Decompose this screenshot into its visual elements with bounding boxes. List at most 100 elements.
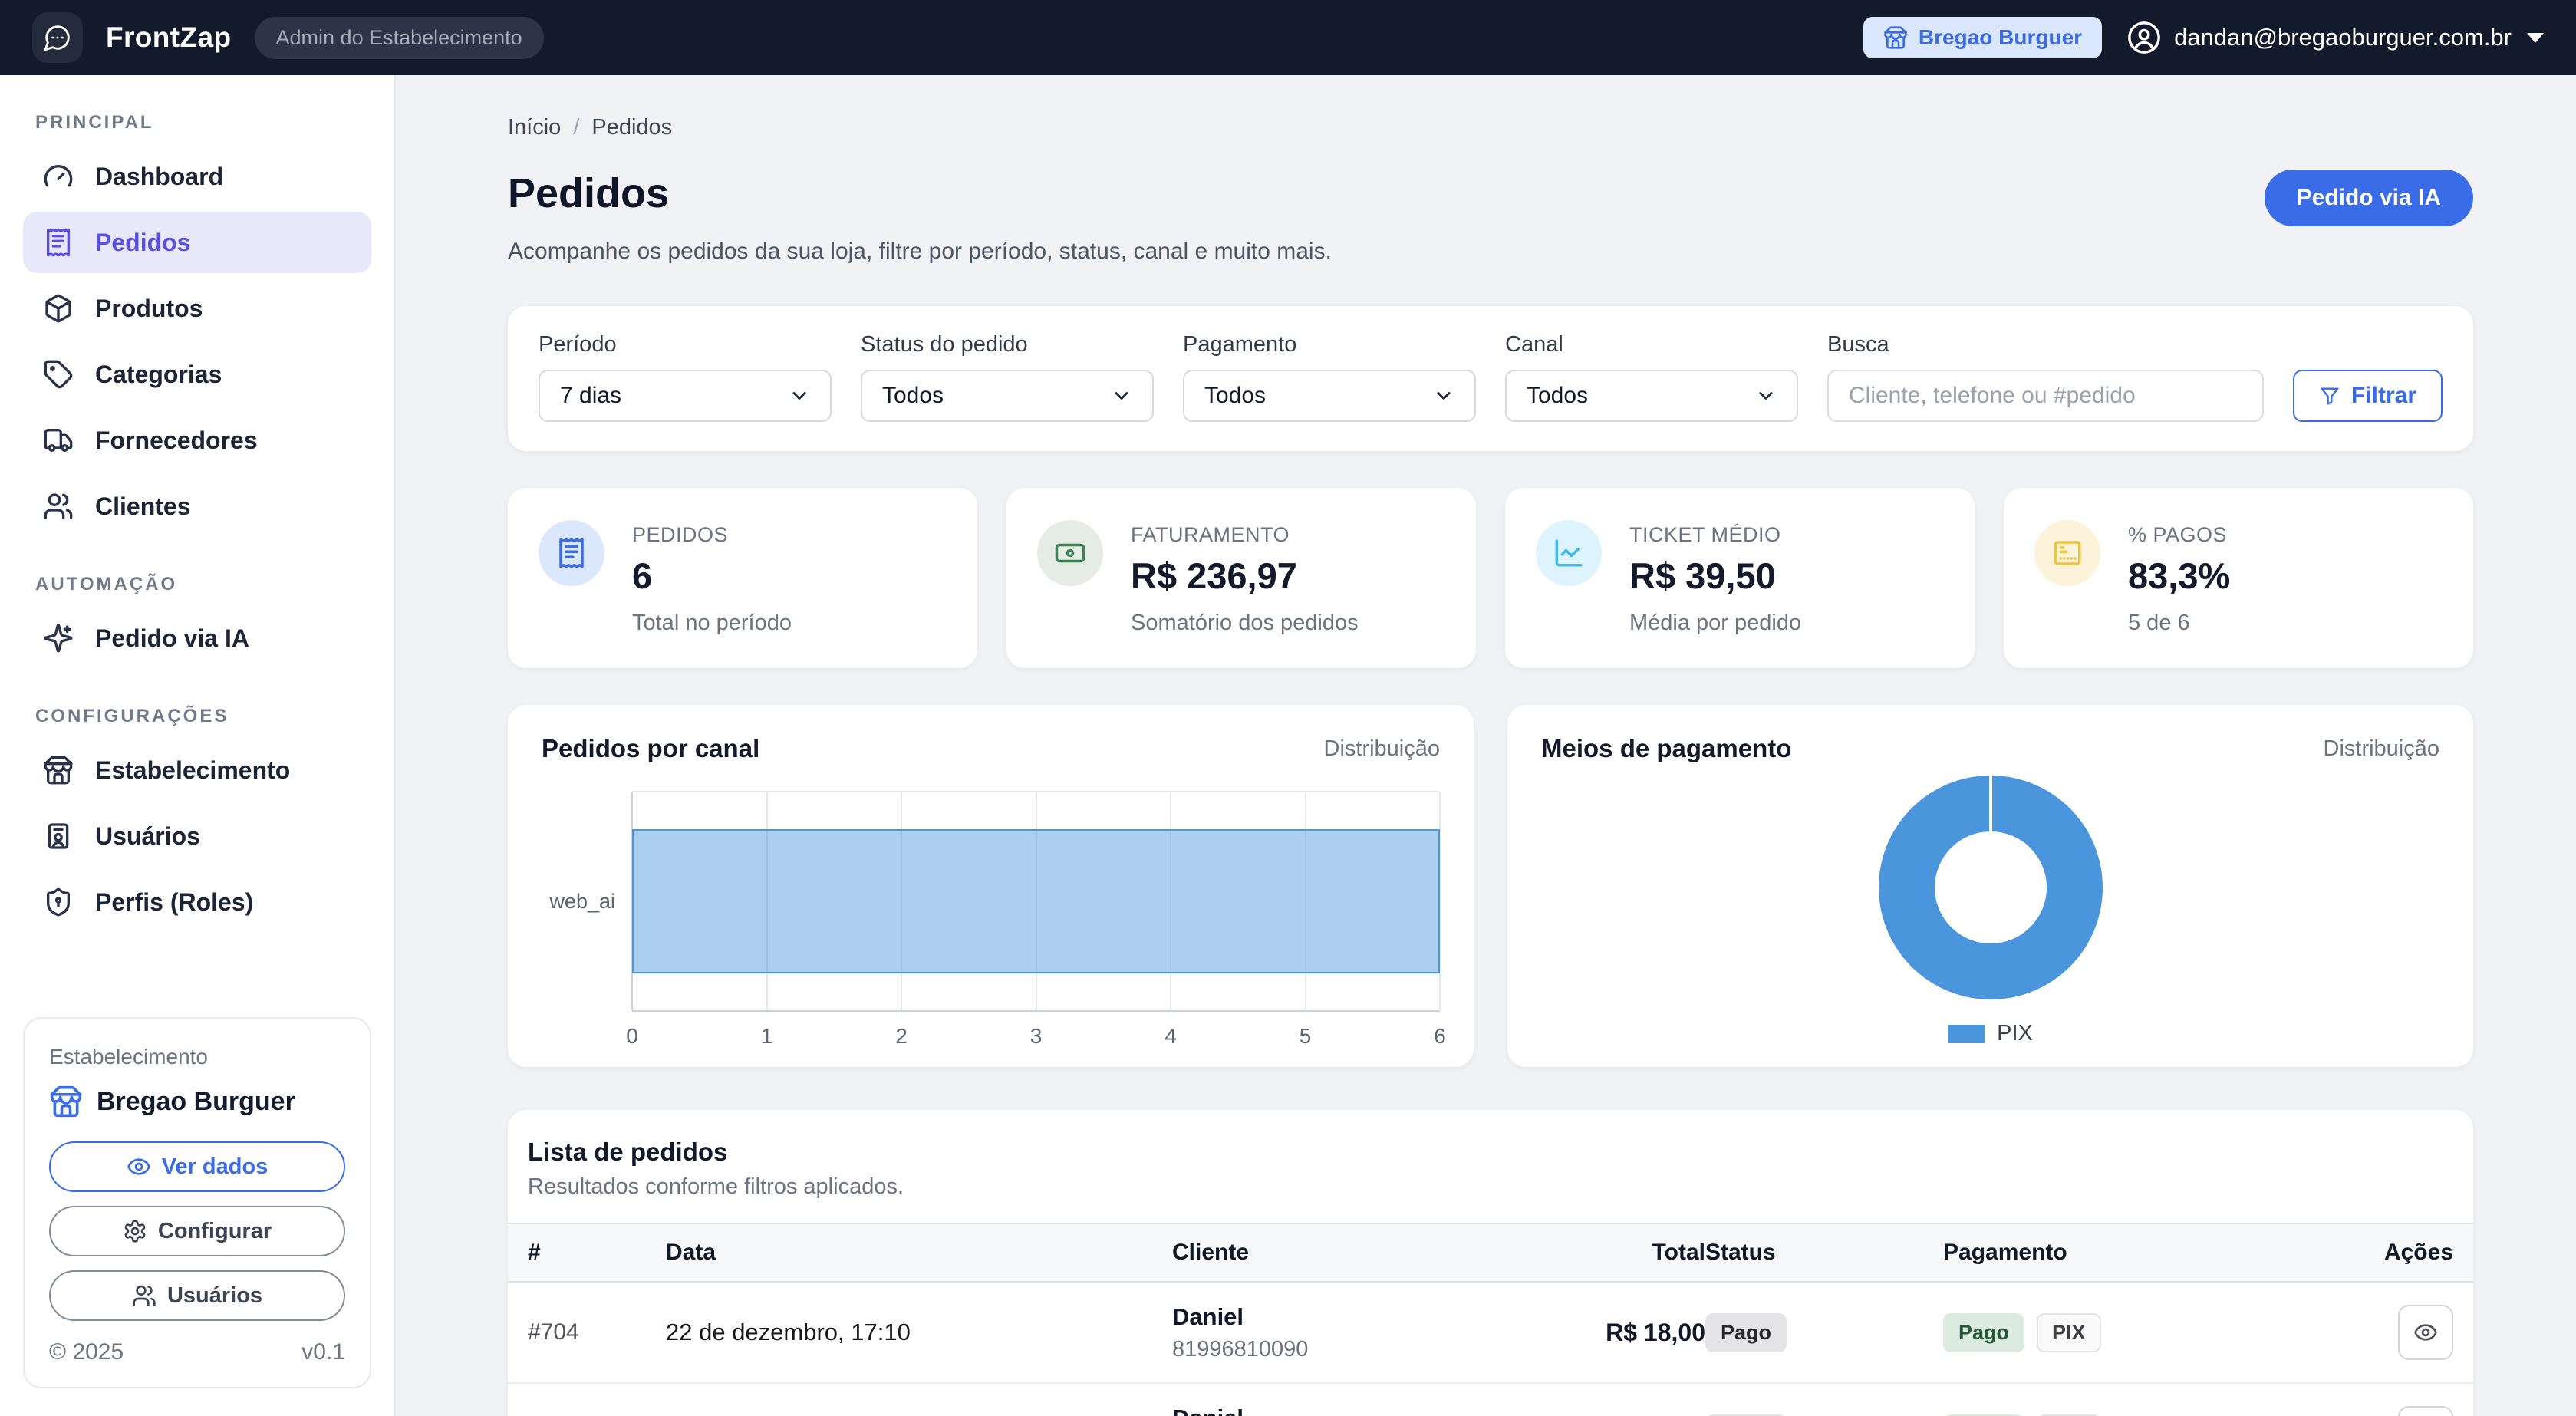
col-id: # (528, 1240, 666, 1266)
sidebar-item-dashboard[interactable]: Dashboard (23, 146, 371, 207)
donut-slice-gap (1989, 776, 1992, 832)
card-icon (2034, 520, 2100, 586)
sparkles-icon (43, 623, 74, 654)
sidebar-section-principal: PRINCIPAL (35, 112, 371, 133)
breadcrumb-inicio[interactable]: Início (508, 115, 561, 140)
filter-bar: Período 7 dias Status do pedido Todos Pa… (508, 306, 2473, 451)
chevron-down-icon (1111, 385, 1132, 407)
table-row: #704 22 de dezembro, 17:10 Daniel 819968… (508, 1283, 2473, 1384)
view-order-button[interactable] (2398, 1305, 2453, 1360)
gear-icon (123, 1219, 147, 1243)
sidebar-item-label: Produtos (95, 295, 203, 323)
periodo-value: 7 dias (560, 383, 621, 409)
store-icon (43, 755, 74, 785)
sidebar-item-label: Estabelecimento (95, 756, 290, 785)
order-date: 22 de dezembro, 17:10 (666, 1319, 1172, 1346)
sidebar-item-produtos[interactable]: Produtos (23, 278, 371, 339)
legend-swatch (1948, 1025, 1985, 1043)
stat-label: FATURAMENTO (1131, 523, 1359, 547)
sidebar-item-usuarios[interactable]: Usuários (23, 805, 371, 867)
sidebar-item-fornecedores[interactable]: Fornecedores (23, 410, 371, 471)
customer-phone: 81996810090 (1172, 1337, 1556, 1362)
donut-chart (1879, 776, 2103, 999)
id-card-icon (43, 821, 74, 851)
canal-select[interactable]: Todos (1505, 370, 1798, 422)
stat-card-pedidos: PEDIDOS 6 Total no período (508, 488, 977, 668)
chevron-down-icon (1433, 385, 1454, 407)
breadcrumb-separator: / (573, 115, 579, 140)
user-email: dandan@bregaoburguer.com.br (2174, 24, 2512, 51)
ver-dados-button[interactable]: Ver dados (49, 1141, 345, 1192)
status-badge: Pago (1705, 1313, 1787, 1352)
bar-category-label: web_ai (542, 791, 632, 1012)
stat-label: PEDIDOS (632, 523, 792, 547)
sidebar-item-clientes[interactable]: Clientes (23, 476, 371, 537)
stat-value: 6 (632, 555, 792, 597)
status-select[interactable]: Todos (861, 370, 1154, 422)
sidebar-section-configuracoes: CONFIGURAÇÕES (35, 706, 371, 727)
funnel-icon (2319, 385, 2340, 407)
breadcrumb-pedidos[interactable]: Pedidos (591, 115, 672, 140)
store-icon (1883, 25, 1908, 50)
x-tick-label: 4 (1164, 1024, 1177, 1049)
pagamento-label: Pagamento (1183, 332, 1476, 357)
status-value: Todos (882, 383, 944, 409)
charts-row: Pedidos por canal Distribuição web_ai 01… (508, 705, 2473, 1067)
table-header-row: # Data Cliente Total Status Pagamento Aç… (508, 1223, 2473, 1283)
view-order-button[interactable] (2398, 1406, 2453, 1416)
stat-card-ticket-medio: TICKET MÉDIO R$ 39,50 Média por pedido (1505, 488, 1975, 668)
x-tick-label: 6 (1434, 1024, 1446, 1049)
banknote-icon (1037, 520, 1103, 586)
page-title: Pedidos (508, 170, 669, 217)
pagamento-select[interactable]: Todos (1183, 370, 1476, 422)
sidebar-item-label: Dashboard (95, 163, 223, 191)
app-logo (32, 12, 83, 63)
sidebar-item-perfis[interactable]: Perfis (Roles) (23, 871, 371, 933)
col-pagamento: Pagamento (1943, 1240, 2373, 1266)
chart-title: Meios de pagamento (1541, 734, 1791, 763)
stat-value: R$ 236,97 (1131, 555, 1359, 597)
periodo-select[interactable]: 7 dias (539, 370, 832, 422)
pedido-via-ia-button[interactable]: Pedido via IA (2265, 170, 2473, 226)
chevron-down-icon (2527, 33, 2544, 43)
stat-value: 83,3% (2128, 555, 2230, 597)
shield-icon (43, 887, 74, 917)
receipt-icon (539, 520, 604, 586)
sidebar-item-pedidos[interactable]: Pedidos (23, 212, 371, 273)
gauge-icon (43, 161, 74, 192)
package-icon (43, 293, 74, 324)
stat-caption: 5 de 6 (2128, 611, 2230, 636)
establishment-card: Estabelecimento Bregao Burguer Ver dados… (23, 1017, 371, 1388)
payment-status-badge: Pago (1943, 1313, 2024, 1352)
legend-label: PIX (1997, 1021, 2033, 1046)
chart-line-icon (1536, 520, 1602, 586)
search-input[interactable] (1827, 370, 2264, 422)
sidebar-item-pedido-via-ia[interactable]: Pedido via IA (23, 608, 371, 669)
sidebar-item-label: Pedido via IA (95, 624, 249, 653)
x-tick-label: 3 (1030, 1024, 1043, 1049)
x-tick-label: 2 (895, 1024, 908, 1049)
filtrar-button[interactable]: Filtrar (2293, 370, 2443, 422)
chevron-down-icon (1755, 385, 1777, 407)
customer-name: Daniel (1172, 1303, 1556, 1331)
x-tick-label: 5 (1300, 1024, 1312, 1049)
orders-by-channel-chart: Pedidos por canal Distribuição web_ai 01… (508, 705, 1474, 1067)
truck-icon (43, 425, 74, 456)
topbar: FrontZap Admin do Estabelecimento Bregao… (0, 0, 2576, 75)
establishment-name: Bregao Burguer (97, 1087, 295, 1117)
stats-row: PEDIDOS 6 Total no período FATURAMENTO R… (508, 488, 2473, 668)
stat-label: % PAGOS (2128, 523, 2230, 547)
store-badge[interactable]: Bregao Burguer (1863, 17, 2102, 58)
sidebar-item-label: Usuários (95, 822, 200, 851)
pagamento-value: Todos (1204, 383, 1266, 409)
stat-card-faturamento: FATURAMENTO R$ 236,97 Somatório dos pedi… (1006, 488, 1476, 668)
usuarios-button[interactable]: Usuários (49, 1270, 345, 1321)
bar-ticks: 0123456 (632, 1024, 1440, 1062)
bar-web-ai (632, 829, 1440, 973)
user-menu[interactable]: dandan@bregaoburguer.com.br (2126, 20, 2544, 55)
configurar-button[interactable]: Configurar (49, 1206, 345, 1256)
sidebar-item-estabelecimento[interactable]: Estabelecimento (23, 739, 371, 801)
stat-caption: Somatório dos pedidos (1131, 611, 1359, 636)
sidebar-item-categorias[interactable]: Categorias (23, 344, 371, 405)
chart-subtitle: Distribuição (1324, 736, 1441, 762)
